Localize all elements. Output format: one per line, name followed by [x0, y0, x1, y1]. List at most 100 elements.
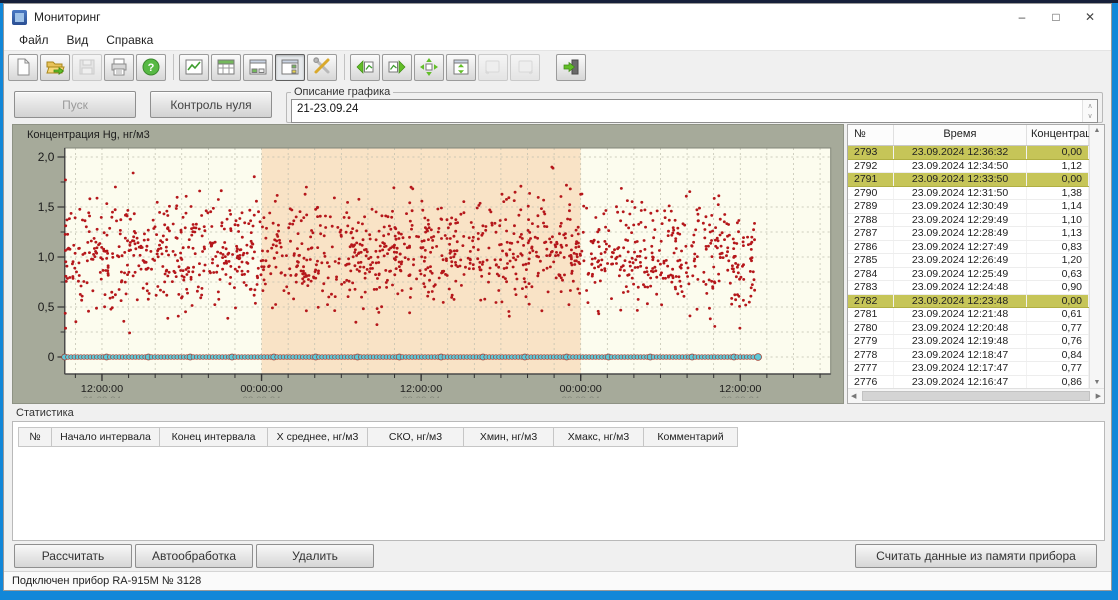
table-row[interactable]: 277623.09.2024 12:16:470,86 — [848, 376, 1089, 389]
svg-text:1,5: 1,5 — [38, 201, 55, 214]
stats-column-header[interactable]: Х среднее, нг/м3 — [268, 427, 368, 447]
calculate-button[interactable]: Рассчитать — [14, 544, 132, 568]
svg-text:22.09.24: 22.09.24 — [242, 395, 281, 398]
scrollbar-thumb[interactable] — [862, 391, 1090, 401]
app-icon — [12, 10, 27, 25]
read-memory-button[interactable]: Считать данные из памяти прибора — [855, 544, 1097, 568]
table-row[interactable]: 277723.09.2024 12:17:470,77 — [848, 362, 1089, 376]
svg-text:21.09.24: 21.09.24 — [83, 395, 122, 398]
stats-column-header[interactable]: Конец интервала — [160, 427, 268, 447]
scroll-right-icon[interactable]: ▶ — [1096, 392, 1101, 400]
measurement-table-body: 279323.09.2024 12:36:320,00279223.09.202… — [848, 146, 1089, 388]
menu-view[interactable]: Вид — [58, 31, 98, 49]
concentration-scatter-chart[interactable]: 2,01,51,00,5012:00:0021.09.2400:00:0022.… — [17, 142, 839, 398]
menu-bar: ФайлВидСправка — [4, 30, 1111, 51]
control-row: Пуск Контроль нуля Описание графика 21-2… — [4, 83, 1111, 123]
chart-panel[interactable]: Концентрация Hg, нг/м3 2,01,51,00,5012:0… — [12, 124, 844, 404]
pan-right-button[interactable] — [382, 54, 412, 81]
zoom-previous-button[interactable] — [478, 54, 508, 81]
save-file-icon — [77, 57, 97, 77]
column-header[interactable]: Время — [894, 125, 1027, 145]
chart-description-input[interactable]: 21-23.09.24 ∧ ∨ — [291, 99, 1098, 123]
fit-vertical-button[interactable] — [446, 54, 476, 81]
description-scrollbar[interactable]: ∧ ∨ — [1082, 100, 1097, 122]
zero-control-button[interactable]: Контроль нуля — [150, 91, 272, 118]
table-row[interactable]: 278423.09.2024 12:25:490,63 — [848, 268, 1089, 282]
stats-column-header[interactable]: Хмин, нг/м3 — [464, 427, 554, 447]
autoprocess-button[interactable]: Автообработка — [135, 544, 253, 568]
svg-text:0: 0 — [48, 351, 55, 364]
stats-column-header[interactable]: № — [18, 427, 52, 447]
close-button[interactable]: ✕ — [1073, 5, 1107, 29]
svg-text:1,0: 1,0 — [38, 251, 55, 264]
toolbar-separator — [173, 54, 174, 80]
scroll-down-icon[interactable]: ▼ — [1094, 379, 1101, 386]
layout-bottom-panel-icon — [248, 57, 268, 77]
exit-icon — [561, 57, 581, 77]
fit-all-button[interactable] — [414, 54, 444, 81]
save-file-button[interactable] — [72, 54, 102, 81]
table-row[interactable]: 277823.09.2024 12:18:470,84 — [848, 349, 1089, 363]
status-bar: Подключен прибор RA-915M № 3128 — [4, 571, 1111, 590]
table-row[interactable]: 278223.09.2024 12:23:480,00 — [848, 295, 1089, 309]
new-file-button[interactable] — [8, 54, 38, 81]
help-button[interactable]: ? — [136, 54, 166, 81]
layout-bottom-panel-button[interactable] — [243, 54, 273, 81]
table-row[interactable]: 279123.09.2024 12:33:500,00 — [848, 173, 1089, 187]
table-row[interactable]: 278923.09.2024 12:30:491,14 — [848, 200, 1089, 214]
svg-text:?: ? — [148, 62, 155, 74]
table-vertical-scrollbar[interactable]: ▲ ▼ — [1089, 125, 1104, 388]
layout-right-panel-icon — [280, 57, 300, 77]
toolbar-separator — [344, 54, 345, 80]
table-row[interactable]: 278723.09.2024 12:28:491,13 — [848, 227, 1089, 241]
minimize-button[interactable]: – — [1005, 5, 1039, 29]
column-header[interactable]: № — [848, 125, 894, 145]
table-view-button[interactable] — [211, 54, 241, 81]
svg-text:0,5: 0,5 — [38, 301, 55, 314]
table-row[interactable]: 279323.09.2024 12:36:320,00 — [848, 146, 1089, 160]
start-button[interactable]: Пуск — [14, 91, 136, 118]
table-horizontal-scrollbar[interactable]: ◀ ▶ — [848, 388, 1104, 403]
pan-left-button[interactable] — [350, 54, 380, 81]
scroll-up-icon[interactable]: ∧ — [1087, 102, 1092, 110]
settings-tools-icon — [312, 57, 332, 77]
table-row[interactable]: 278323.09.2024 12:24:480,90 — [848, 281, 1089, 295]
print-button[interactable] — [104, 54, 134, 81]
fit-vertical-icon — [451, 57, 471, 77]
scroll-down-icon[interactable]: ∨ — [1087, 112, 1092, 120]
zoom-next-icon — [515, 57, 535, 77]
open-file-button[interactable] — [40, 54, 70, 81]
stats-column-header[interactable]: Хмакс, нг/м3 — [554, 427, 644, 447]
scroll-up-icon[interactable]: ▲ — [1094, 127, 1101, 134]
table-row[interactable]: 279223.09.2024 12:34:501,12 — [848, 160, 1089, 174]
statistics-table-header: №Начало интервалаКонец интервалаХ средне… — [18, 427, 1104, 447]
stats-column-header[interactable]: СКО, нг/м3 — [368, 427, 464, 447]
svg-text:2,0: 2,0 — [38, 151, 55, 164]
layout-right-panel-button[interactable] — [275, 54, 305, 81]
open-file-icon — [45, 57, 65, 77]
menu-help[interactable]: Справка — [97, 31, 162, 49]
delete-button[interactable]: Удалить — [256, 544, 374, 568]
exit-button[interactable] — [556, 54, 586, 81]
stats-column-header[interactable]: Комментарий — [644, 427, 738, 447]
table-row[interactable]: 278823.09.2024 12:29:491,10 — [848, 214, 1089, 228]
settings-tools-button[interactable] — [307, 54, 337, 81]
stats-column-header[interactable]: Начало интервала — [52, 427, 160, 447]
table-row[interactable]: 278623.09.2024 12:27:490,83 — [848, 241, 1089, 255]
table-row[interactable]: 278123.09.2024 12:21:480,61 — [848, 308, 1089, 322]
table-row[interactable]: 278023.09.2024 12:20:480,77 — [848, 322, 1089, 336]
menu-file[interactable]: Файл — [10, 31, 58, 49]
maximize-button[interactable]: □ — [1039, 5, 1073, 29]
scroll-left-icon[interactable]: ◀ — [851, 392, 856, 400]
zoom-previous-icon — [483, 57, 503, 77]
zoom-next-button[interactable] — [510, 54, 540, 81]
chart-description-group: Описание графика 21-23.09.24 ∧ ∨ — [286, 86, 1103, 123]
column-header[interactable]: Концентраци... — [1027, 125, 1089, 145]
svg-text:23.09.24: 23.09.24 — [721, 395, 760, 398]
svg-text:00:00:00: 00:00:00 — [560, 383, 602, 395]
table-row[interactable]: 277923.09.2024 12:19:480,76 — [848, 335, 1089, 349]
table-view-icon — [216, 57, 236, 77]
table-row[interactable]: 278523.09.2024 12:26:491,20 — [848, 254, 1089, 268]
table-row[interactable]: 279023.09.2024 12:31:501,38 — [848, 187, 1089, 201]
chart-view-button[interactable] — [179, 54, 209, 81]
